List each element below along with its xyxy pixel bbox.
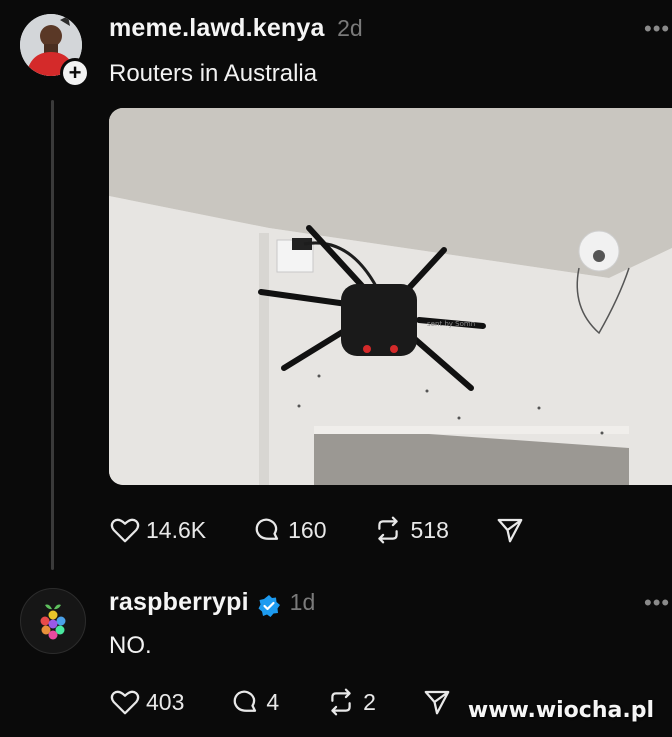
like-count: 403 bbox=[146, 688, 185, 715]
site-watermark: www.wiocha.pl bbox=[467, 698, 654, 723]
post-text: NO. bbox=[109, 632, 152, 659]
repost-count: 2 bbox=[363, 688, 376, 715]
repost-icon bbox=[378, 516, 399, 544]
comment-button[interactable]: 160 bbox=[252, 515, 326, 545]
avatar[interactable] bbox=[20, 588, 86, 654]
post-image[interactable]: sent by Somn bbox=[109, 108, 672, 485]
share-button[interactable] bbox=[422, 687, 452, 717]
heart-icon bbox=[110, 690, 140, 715]
repost-button[interactable]: 518 bbox=[372, 515, 449, 545]
timestamp: 1d bbox=[289, 589, 316, 615]
share-icon bbox=[497, 518, 523, 543]
more-icon[interactable]: ••• bbox=[644, 16, 670, 42]
raspberry-logo-icon bbox=[40, 604, 66, 640]
like-count: 14.6K bbox=[146, 516, 207, 543]
username[interactable]: raspberrypi bbox=[109, 588, 249, 616]
share-icon bbox=[424, 690, 450, 715]
plus-icon: + bbox=[63, 61, 87, 85]
repost-count: 518 bbox=[410, 516, 449, 543]
repost-icon bbox=[331, 688, 351, 716]
more-icon[interactable]: ••• bbox=[644, 590, 670, 616]
like-button[interactable]: 14.6K bbox=[110, 516, 206, 544]
comment-button[interactable]: 4 bbox=[230, 687, 279, 717]
share-button[interactable] bbox=[495, 515, 525, 545]
photo-watermark: sent by Somn bbox=[427, 320, 475, 328]
like-button[interactable]: 403 bbox=[110, 688, 184, 716]
post-text: Routers in Australia bbox=[109, 60, 318, 87]
heart-icon bbox=[110, 518, 140, 543]
verified-icon bbox=[258, 594, 281, 617]
repost-button[interactable]: 2 bbox=[325, 687, 376, 717]
follow-button[interactable]: + bbox=[60, 58, 90, 88]
comment-icon bbox=[255, 518, 279, 540]
timestamp: 2d bbox=[337, 15, 363, 41]
username[interactable]: meme.lawd.kenya bbox=[109, 14, 325, 42]
thread-line bbox=[51, 100, 54, 570]
comment-icon bbox=[234, 690, 257, 712]
comment-count: 4 bbox=[266, 688, 280, 715]
comment-count: 160 bbox=[288, 516, 327, 543]
